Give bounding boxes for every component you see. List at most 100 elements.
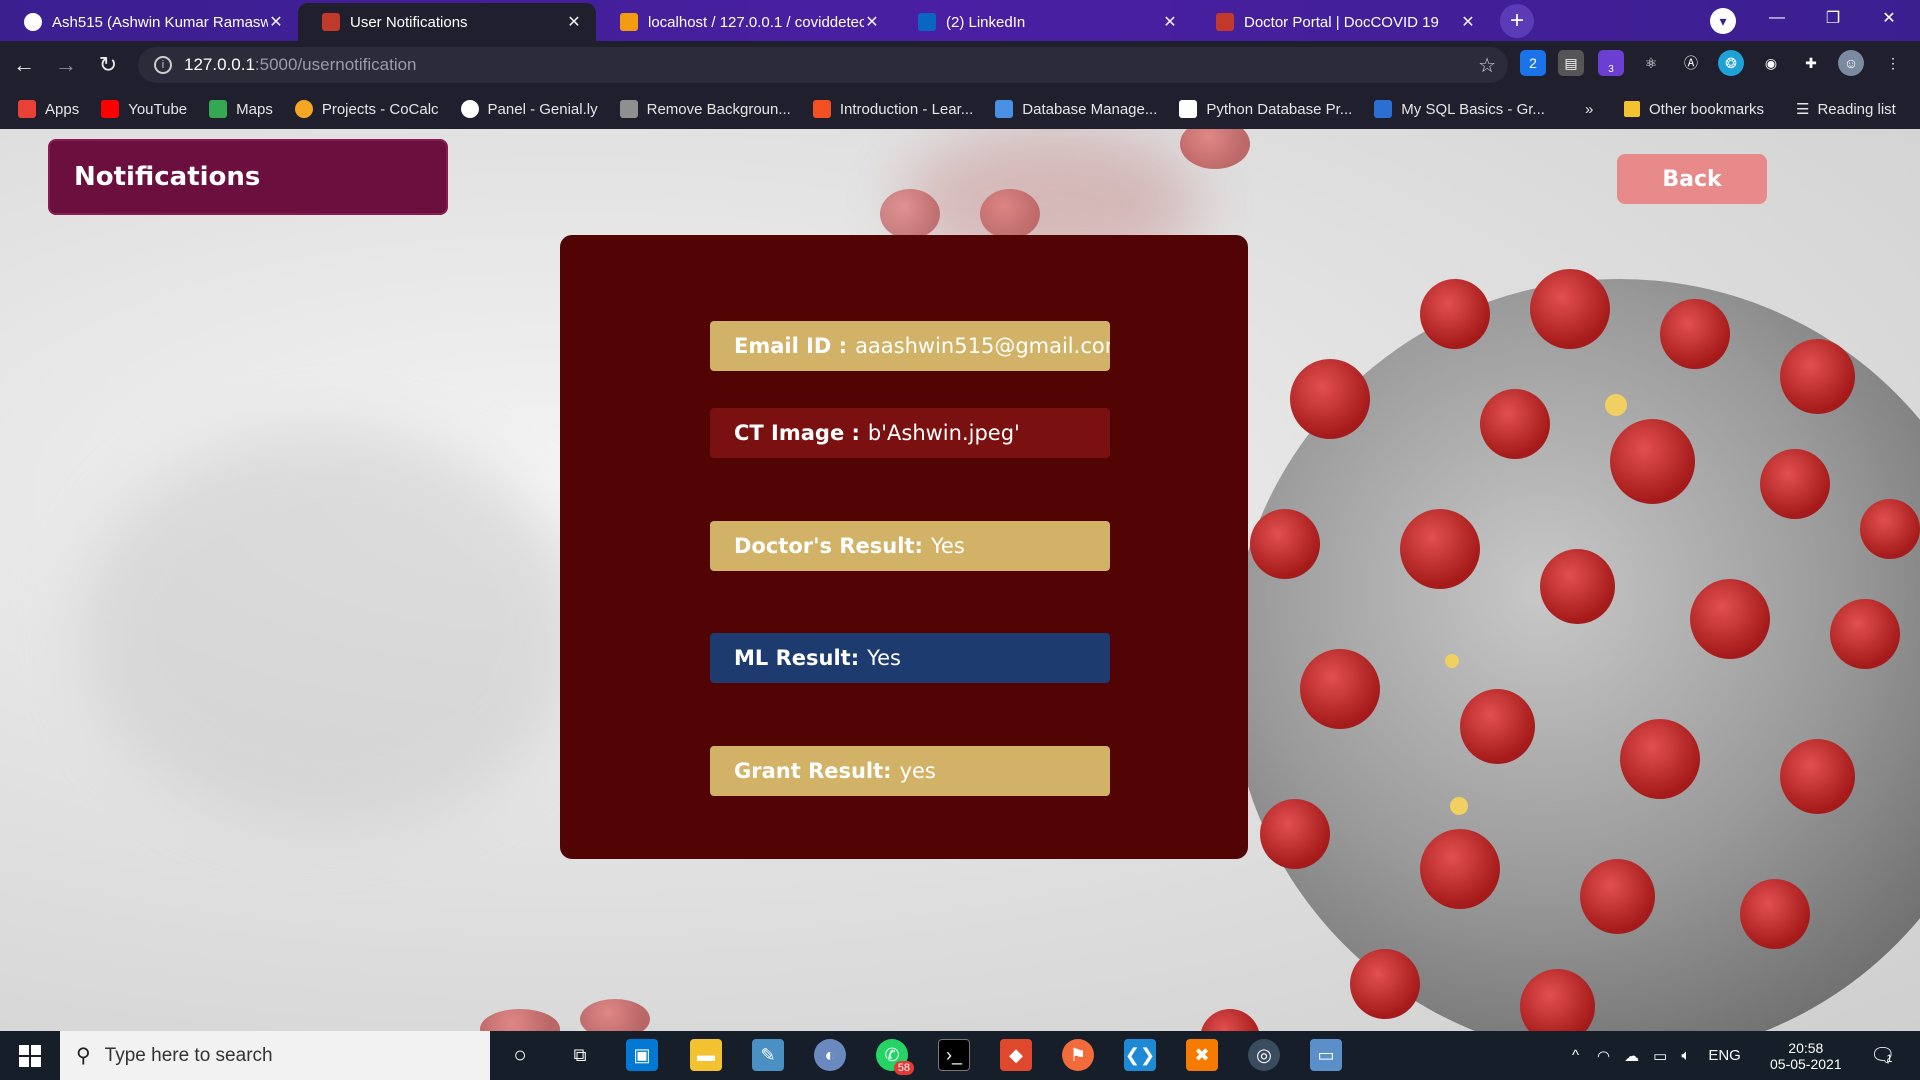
- grammar-icon[interactable]: Ⓐ: [1678, 50, 1704, 76]
- tab-title: Doctor Portal | DocCOVID 19: [1244, 13, 1439, 31]
- python-db-icon: [1179, 100, 1198, 118]
- wifi-icon[interactable]: ◠: [1597, 1047, 1610, 1065]
- extension-save-icon[interactable]: ▤: [1558, 50, 1584, 76]
- close-tab-icon[interactable]: ✕: [1460, 12, 1476, 32]
- extension-blue-icon[interactable]: ❂: [1718, 50, 1744, 76]
- volume-icon[interactable]: 🔈︎: [1681, 1047, 1690, 1064]
- virus-spike: [1860, 499, 1920, 559]
- close-tab-icon[interactable]: ✕: [1162, 12, 1178, 32]
- clock[interactable]: 20:58 05-05-2021: [1770, 1031, 1842, 1080]
- address-bar[interactable]: i 127.0.0.1 :5000/usernotification ☆: [138, 47, 1508, 83]
- language-indicator[interactable]: ENG: [1708, 1047, 1741, 1064]
- bookmark-microsoft-learn[interactable]: Introduction - Lear...: [812, 100, 973, 118]
- bookmark-label: Python Database Pr...: [1206, 100, 1353, 118]
- bookmark-remove-bg[interactable]: Remove Backgroun...: [619, 100, 791, 118]
- react-devtools-icon[interactable]: ⚛: [1638, 50, 1664, 76]
- virus-spike: [1460, 689, 1535, 764]
- back-arrow-icon[interactable]: ←: [6, 47, 42, 83]
- bookmarks-bar: Apps YouTube Maps Projects - CoCalc Pane…: [0, 89, 1920, 129]
- xampp-icon[interactable]: ✖: [1186, 1039, 1218, 1071]
- virus-spike: [1580, 859, 1655, 934]
- chrome-icon[interactable]: ◎: [1248, 1039, 1280, 1071]
- virus-spike: [1300, 649, 1380, 729]
- bookmark-apps[interactable]: Apps: [18, 100, 79, 118]
- git-icon[interactable]: ◆: [1000, 1039, 1032, 1071]
- action-center-button[interactable]: 🗨︎ 1: [1870, 1031, 1895, 1080]
- clock-time: 20:58: [1788, 1039, 1824, 1056]
- terminal-icon[interactable]: ›_: [938, 1039, 970, 1071]
- cloud-sync-icon[interactable]: ☁: [1624, 1047, 1639, 1065]
- tab-linkedin[interactable]: (2) LinkedIn ✕: [894, 3, 1192, 41]
- reading-list[interactable]: ☰ Reading list: [1796, 89, 1896, 129]
- doctor-result-label: Doctor's Result:: [734, 534, 923, 558]
- profile-avatar[interactable]: ☺: [1838, 50, 1864, 76]
- virus-spike: [580, 999, 650, 1031]
- virus-spike: [1690, 579, 1770, 659]
- tab-phpmyadmin[interactable]: localhost / 127.0.0.1 / coviddetec ✕: [596, 3, 894, 41]
- back-button[interactable]: Back: [1617, 154, 1767, 204]
- bookmark-star-icon[interactable]: ☆: [1478, 53, 1496, 78]
- tab-doctor-portal[interactable]: Doctor Portal | DocCOVID 19 ✕: [1192, 3, 1490, 41]
- extension-hex-icon[interactable]: 3: [1598, 50, 1624, 76]
- virus-spike: [1180, 129, 1250, 169]
- virus-spike: [1660, 299, 1730, 369]
- paint-icon[interactable]: ◐: [814, 1039, 846, 1071]
- battery-icon[interactable]: ▭: [1653, 1047, 1667, 1065]
- postman-icon[interactable]: ⚑: [1062, 1039, 1094, 1071]
- system-tray: ^ ◠ ☁ ▭ 🔈︎ ENG: [1572, 1031, 1763, 1080]
- virus-spike: [480, 1009, 560, 1031]
- youtube-icon: [101, 100, 120, 118]
- bookmark-genially[interactable]: Panel - Genial.ly: [460, 100, 598, 118]
- tab-github[interactable]: Ash515 (Ashwin Kumar Ramaswa ✕: [0, 3, 298, 41]
- bookmark-mysql-basics[interactable]: My SQL Basics - Gr...: [1374, 100, 1545, 118]
- other-bookmarks[interactable]: Other bookmarks: [1624, 89, 1764, 129]
- extension-badge: 3: [1608, 63, 1614, 75]
- bookmark-cocalc[interactable]: Projects - CoCalc: [294, 100, 439, 118]
- virus-spike: [1250, 509, 1320, 579]
- task-view-icon[interactable]: ⧉: [564, 1039, 596, 1071]
- close-tab-icon[interactable]: ✕: [864, 12, 880, 32]
- infinity-icon: [995, 100, 1014, 118]
- windows-start-button[interactable]: [0, 1031, 60, 1080]
- restore-icon[interactable]: ❐: [1810, 0, 1856, 36]
- more-bookmarks-chevron[interactable]: »: [1585, 89, 1593, 129]
- menu-kebab-icon[interactable]: ⋮: [1880, 50, 1906, 76]
- whatsapp-icon[interactable]: ✆ 58: [876, 1039, 914, 1075]
- new-tab-button[interactable]: +: [1500, 4, 1534, 38]
- other-bookmarks-label: Other bookmarks: [1649, 100, 1765, 118]
- notepad-icon[interactable]: ✎: [752, 1039, 784, 1071]
- tab-search-icon[interactable]: ▾: [1710, 8, 1736, 34]
- forward-arrow-icon[interactable]: →: [48, 47, 84, 83]
- tab-user-notifications[interactable]: User Notifications ✕: [298, 3, 596, 41]
- bookmark-database-manage[interactable]: Database Manage...: [995, 100, 1157, 118]
- minimize-icon[interactable]: —: [1754, 0, 1800, 36]
- virus-spike: [880, 189, 940, 239]
- ml-result-label: ML Result:: [734, 646, 860, 670]
- file-explorer-icon[interactable]: ▬: [690, 1039, 722, 1071]
- virus-spike: [1740, 879, 1810, 949]
- extensions-puzzle-icon[interactable]: ✚: [1798, 50, 1824, 76]
- notifications-title: Notifications: [74, 162, 261, 192]
- virus-spike: [1420, 829, 1500, 909]
- close-tab-icon[interactable]: ✕: [268, 12, 284, 32]
- taskbar-search-box[interactable]: ⚲ Type here to search: [60, 1031, 490, 1080]
- reload-icon[interactable]: ↻: [90, 47, 126, 83]
- ct-image-field: CT Image : b'Ashwin.jpeg': [710, 408, 1110, 458]
- vscode-icon[interactable]: ❮❯: [1124, 1039, 1156, 1071]
- bookmark-python-database[interactable]: Python Database Pr...: [1179, 100, 1352, 118]
- extension-color-icon[interactable]: ◉: [1758, 50, 1784, 76]
- remote-desktop-icon[interactable]: ▭: [1310, 1039, 1342, 1071]
- bookmark-maps[interactable]: Maps: [209, 100, 273, 118]
- extension-2-icon[interactable]: 2: [1520, 50, 1546, 76]
- site-info-icon[interactable]: i: [154, 56, 172, 74]
- virus-spike: [1610, 419, 1695, 504]
- cortana-icon[interactable]: ○: [504, 1039, 536, 1071]
- doctor-result-value: Yes: [930, 534, 965, 558]
- virus-spike: [1350, 949, 1420, 1019]
- close-tab-icon[interactable]: ✕: [566, 12, 582, 32]
- show-hidden-icons-chevron[interactable]: ^: [1572, 1047, 1579, 1064]
- microsoft-icon: [812, 100, 831, 118]
- microsoft-store-icon[interactable]: ▣: [626, 1039, 658, 1071]
- bookmark-youtube[interactable]: YouTube: [101, 100, 187, 118]
- close-window-icon[interactable]: ✕: [1866, 0, 1912, 36]
